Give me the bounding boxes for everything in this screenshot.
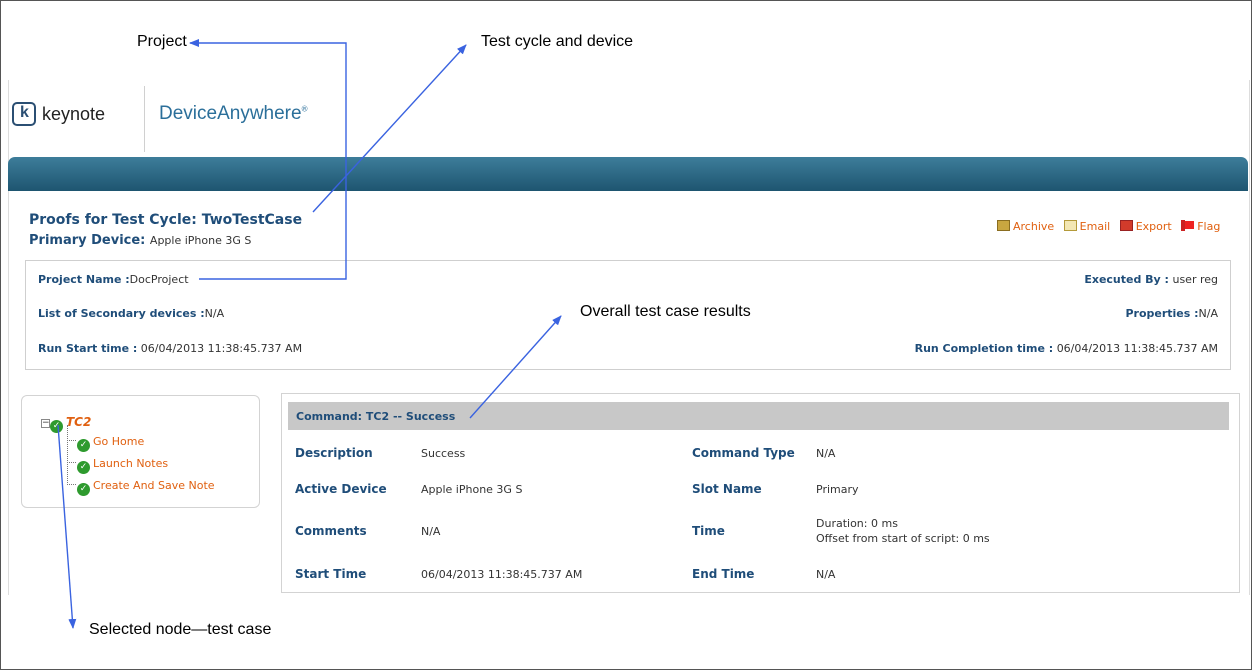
arrow-test-cycle bbox=[312, 44, 467, 213]
annotation-arrows bbox=[57, 39, 562, 629]
arrow-project bbox=[189, 39, 347, 280]
arrow-overall-results bbox=[469, 315, 562, 419]
arrow-selected-node bbox=[57, 424, 77, 629]
